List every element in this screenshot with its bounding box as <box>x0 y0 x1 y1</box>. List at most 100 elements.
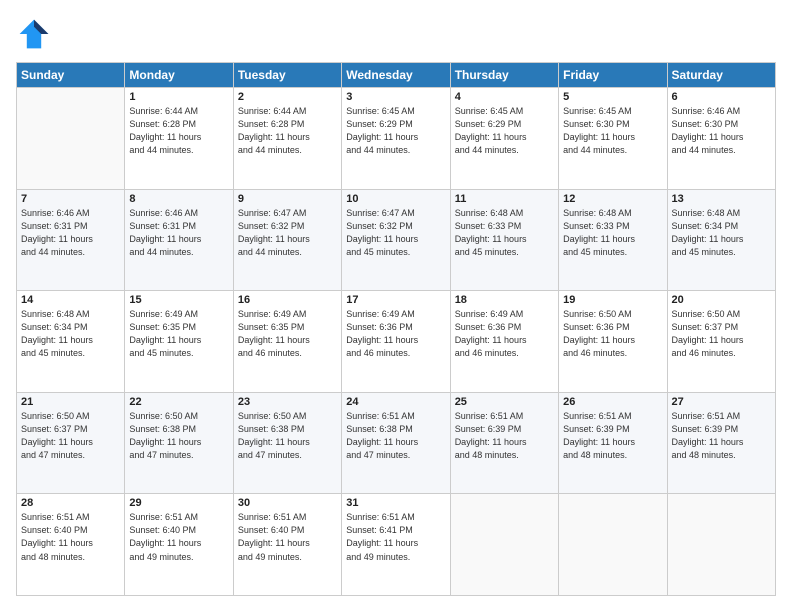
weekday-header-friday: Friday <box>559 63 667 88</box>
day-number: 20 <box>672 294 771 306</box>
calendar-cell: 26 Sunrise: 6:51 AMSunset: 6:39 PMDayligh… <box>559 392 667 494</box>
calendar-cell <box>559 494 667 596</box>
calendar-cell: 28 Sunrise: 6:51 AMSunset: 6:40 PMDayligh… <box>17 494 125 596</box>
day-number: 15 <box>129 294 228 306</box>
calendar-cell: 24 Sunrise: 6:51 AMSunset: 6:38 PMDayligh… <box>342 392 450 494</box>
day-number: 16 <box>238 294 337 306</box>
page: SundayMondayTuesdayWednesdayThursdayFrid… <box>0 0 792 612</box>
day-info: Sunrise: 6:44 AMSunset: 6:28 PMDaylight:… <box>129 105 228 157</box>
day-number: 22 <box>129 396 228 408</box>
calendar-week-0: 1 Sunrise: 6:44 AMSunset: 6:28 PMDaylight… <box>17 88 776 190</box>
calendar-cell: 5Sunrise: 6:45 AMSunset: 6:30 PMDaylight… <box>559 88 667 190</box>
calendar-cell: 11 Sunrise: 6:48 AMSunset: 6:33 PMDayligh… <box>450 189 558 291</box>
calendar-week-2: 14 Sunrise: 6:48 AMSunset: 6:34 PMDayligh… <box>17 291 776 393</box>
calendar-cell: 4 Sunrise: 6:45 AMSunset: 6:29 PMDaylight… <box>450 88 558 190</box>
weekday-header-tuesday: Tuesday <box>233 63 341 88</box>
calendar-cell <box>667 494 775 596</box>
day-number: 17 <box>346 294 445 306</box>
calendar-cell: 21 Sunrise: 6:50 AMSunset: 6:37 PMDayligh… <box>17 392 125 494</box>
day-number: 31 <box>346 497 445 509</box>
day-number: 28 <box>21 497 120 509</box>
calendar-cell: 31 Sunrise: 6:51 AMSunset: 6:41 PMDayligh… <box>342 494 450 596</box>
day-info: Sunrise: 6:51 AMSunset: 6:38 PMDaylight:… <box>346 410 445 462</box>
day-info: Sunrise: 6:46 AMSunset: 6:31 PMDaylight:… <box>21 207 120 259</box>
day-number: 26 <box>563 396 662 408</box>
day-info: Sunrise: 6:45 AMSunset: 6:29 PMDaylight:… <box>455 105 554 157</box>
weekday-header-monday: Monday <box>125 63 233 88</box>
calendar-cell: 25 Sunrise: 6:51 AMSunset: 6:39 PMDayligh… <box>450 392 558 494</box>
calendar-cell: 13 Sunrise: 6:48 AMSunset: 6:34 PMDayligh… <box>667 189 775 291</box>
day-info: Sunrise: 6:51 AMSunset: 6:39 PMDaylight:… <box>455 410 554 462</box>
day-info: Sunrise: 6:51 AMSunset: 6:40 PMDaylight:… <box>21 511 120 563</box>
calendar-cell: 3 Sunrise: 6:45 AMSunset: 6:29 PMDaylight… <box>342 88 450 190</box>
day-info: Sunrise: 6:44 AMSunset: 6:28 PMDaylight:… <box>238 105 337 157</box>
day-info: Sunrise: 6:45 AMSunset: 6:29 PMDaylight:… <box>346 105 445 157</box>
day-info: Sunrise: 6:48 AMSunset: 6:33 PMDaylight:… <box>563 207 662 259</box>
calendar-cell: 30 Sunrise: 6:51 AMSunset: 6:40 PMDayligh… <box>233 494 341 596</box>
header <box>16 16 776 52</box>
day-number: 13 <box>672 193 771 205</box>
day-number: 10 <box>346 193 445 205</box>
day-number: 9 <box>238 193 337 205</box>
day-info: Sunrise: 6:47 AMSunset: 6:32 PMDaylight:… <box>346 207 445 259</box>
calendar-week-3: 21 Sunrise: 6:50 AMSunset: 6:37 PMDayligh… <box>17 392 776 494</box>
day-info: Sunrise: 6:48 AMSunset: 6:33 PMDaylight:… <box>455 207 554 259</box>
day-info: Sunrise: 6:49 AMSunset: 6:35 PMDaylight:… <box>129 308 228 360</box>
calendar-cell <box>17 88 125 190</box>
day-number: 24 <box>346 396 445 408</box>
day-info: Sunrise: 6:51 AMSunset: 6:39 PMDaylight:… <box>672 410 771 462</box>
calendar-cell: 1 Sunrise: 6:44 AMSunset: 6:28 PMDaylight… <box>125 88 233 190</box>
calendar-cell: 7 Sunrise: 6:46 AMSunset: 6:31 PMDaylight… <box>17 189 125 291</box>
day-info: Sunrise: 6:50 AMSunset: 6:37 PMDaylight:… <box>21 410 120 462</box>
calendar-cell: 18Sunrise: 6:49 AMSunset: 6:36 PMDayligh… <box>450 291 558 393</box>
day-info: Sunrise: 6:48 AMSunset: 6:34 PMDaylight:… <box>672 207 771 259</box>
calendar-cell <box>450 494 558 596</box>
day-number: 12 <box>563 193 662 205</box>
day-number: 23 <box>238 396 337 408</box>
day-number: 30 <box>238 497 337 509</box>
day-info: Sunrise: 6:49 AMSunset: 6:35 PMDaylight:… <box>238 308 337 360</box>
weekday-header-wednesday: Wednesday <box>342 63 450 88</box>
day-info: Sunrise: 6:51 AMSunset: 6:41 PMDaylight:… <box>346 511 445 563</box>
calendar-cell: 17 Sunrise: 6:49 AMSunset: 6:36 PMDayligh… <box>342 291 450 393</box>
weekday-header-thursday: Thursday <box>450 63 558 88</box>
day-info: Sunrise: 6:48 AMSunset: 6:34 PMDaylight:… <box>21 308 120 360</box>
day-number: 3 <box>346 91 445 103</box>
logo <box>16 16 56 52</box>
day-info: Sunrise: 6:45 AMSunset: 6:30 PMDaylight:… <box>563 105 662 157</box>
weekday-header-sunday: Sunday <box>17 63 125 88</box>
calendar-week-1: 7 Sunrise: 6:46 AMSunset: 6:31 PMDaylight… <box>17 189 776 291</box>
day-info: Sunrise: 6:51 AMSunset: 6:40 PMDaylight:… <box>238 511 337 563</box>
day-number: 1 <box>129 91 228 103</box>
day-info: Sunrise: 6:49 AMSunset: 6:36 PMDaylight:… <box>455 308 554 360</box>
calendar-cell: 10 Sunrise: 6:47 AMSunset: 6:32 PMDayligh… <box>342 189 450 291</box>
day-info: Sunrise: 6:50 AMSunset: 6:38 PMDaylight:… <box>129 410 228 462</box>
day-number: 4 <box>455 91 554 103</box>
calendar-cell: 20 Sunrise: 6:50 AMSunset: 6:37 PMDayligh… <box>667 291 775 393</box>
day-number: 7 <box>21 193 120 205</box>
calendar: SundayMondayTuesdayWednesdayThursdayFrid… <box>16 62 776 596</box>
day-info: Sunrise: 6:46 AMSunset: 6:30 PMDaylight:… <box>672 105 771 157</box>
calendar-cell: 29Sunrise: 6:51 AMSunset: 6:40 PMDayligh… <box>125 494 233 596</box>
calendar-cell: 14 Sunrise: 6:48 AMSunset: 6:34 PMDayligh… <box>17 291 125 393</box>
day-info: Sunrise: 6:50 AMSunset: 6:38 PMDaylight:… <box>238 410 337 462</box>
weekday-header-row: SundayMondayTuesdayWednesdayThursdayFrid… <box>17 63 776 88</box>
day-info: Sunrise: 6:50 AMSunset: 6:36 PMDaylight:… <box>563 308 662 360</box>
calendar-cell: 23 Sunrise: 6:50 AMSunset: 6:38 PMDayligh… <box>233 392 341 494</box>
calendar-cell: 2 Sunrise: 6:44 AMSunset: 6:28 PMDaylight… <box>233 88 341 190</box>
day-number: 2 <box>238 91 337 103</box>
day-info: Sunrise: 6:51 AMSunset: 6:39 PMDaylight:… <box>563 410 662 462</box>
calendar-cell: 6 Sunrise: 6:46 AMSunset: 6:30 PMDaylight… <box>667 88 775 190</box>
day-number: 25 <box>455 396 554 408</box>
day-info: Sunrise: 6:50 AMSunset: 6:37 PMDaylight:… <box>672 308 771 360</box>
calendar-cell: 8Sunrise: 6:46 AMSunset: 6:31 PMDaylight… <box>125 189 233 291</box>
calendar-cell: 19Sunrise: 6:50 AMSunset: 6:36 PMDayligh… <box>559 291 667 393</box>
calendar-cell: 16 Sunrise: 6:49 AMSunset: 6:35 PMDayligh… <box>233 291 341 393</box>
day-number: 6 <box>672 91 771 103</box>
day-number: 14 <box>21 294 120 306</box>
day-number: 11 <box>455 193 554 205</box>
calendar-cell: 12 Sunrise: 6:48 AMSunset: 6:33 PMDayligh… <box>559 189 667 291</box>
calendar-cell: 9Sunrise: 6:47 AMSunset: 6:32 PMDaylight… <box>233 189 341 291</box>
day-info: Sunrise: 6:49 AMSunset: 6:36 PMDaylight:… <box>346 308 445 360</box>
day-number: 21 <box>21 396 120 408</box>
